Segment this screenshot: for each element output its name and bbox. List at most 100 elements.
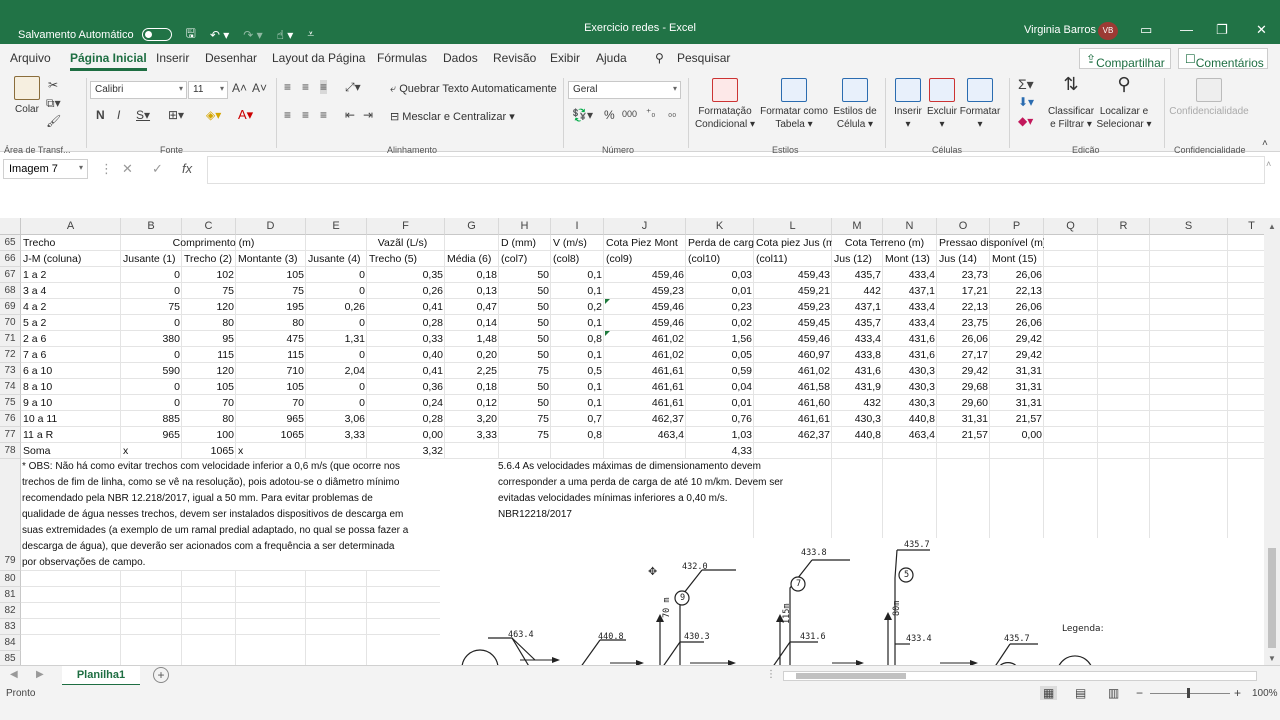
currency-icon[interactable]: 💱▾ xyxy=(572,108,593,122)
cell-n66[interactable]: Mont (13) xyxy=(883,251,937,267)
cell-d71[interactable]: 475 xyxy=(236,331,306,347)
cell-n70[interactable]: 433,4 xyxy=(883,315,937,331)
cell-b76[interactable]: 885 xyxy=(121,411,182,427)
zoom-level[interactable]: 100% xyxy=(1252,688,1278,699)
thousands-icon[interactable]: 000 xyxy=(622,109,637,119)
cell-o66[interactable]: Jus (14) xyxy=(937,251,990,267)
cell-op65[interactable]: Pressao disponível (m) xyxy=(937,235,1044,251)
cell-o67[interactable]: 23,73 xyxy=(937,267,990,283)
row-header-70[interactable]: 70 xyxy=(0,315,21,331)
avatar[interactable]: VB xyxy=(1098,22,1118,40)
column-header-r[interactable]: R xyxy=(1098,218,1150,235)
cell-g67[interactable]: 0,18 xyxy=(445,267,499,283)
decrease-indent-icon[interactable]: ⇤ xyxy=(345,108,355,122)
cell-i76[interactable]: 0,7 xyxy=(551,411,604,427)
cell-b73[interactable]: 590 xyxy=(121,363,182,379)
cell-o77[interactable]: 21,57 xyxy=(937,427,990,443)
cell-m67[interactable]: 435,7 xyxy=(832,267,883,283)
tab-formulas[interactable]: Fórmulas xyxy=(377,51,427,65)
column-header-e[interactable]: E xyxy=(306,218,367,235)
cell-g66[interactable]: Média (6) xyxy=(445,251,499,267)
border-icon[interactable]: ⊞▾ xyxy=(168,108,184,122)
row-header-82[interactable]: 82 xyxy=(0,603,21,619)
cell-h74[interactable]: 50 xyxy=(499,379,551,395)
cell-g69[interactable]: 0,47 xyxy=(445,299,499,315)
clear-icon[interactable]: ◆▾ xyxy=(1018,114,1033,128)
cell-n74[interactable]: 430,3 xyxy=(883,379,937,395)
cell-h69[interactable]: 50 xyxy=(499,299,551,315)
page-layout-view-icon[interactable]: ▤ xyxy=(1075,686,1086,700)
align-right-icon[interactable]: ≡ xyxy=(320,108,327,122)
tab-revisao[interactable]: Revisão xyxy=(493,51,536,65)
cell-f73[interactable]: 0,41 xyxy=(367,363,445,379)
cell-m74[interactable]: 431,9 xyxy=(832,379,883,395)
network-diagram-image[interactable]: 463.4 440.8 432.0 430.3 433.8 431.6 435.… xyxy=(440,538,1264,665)
format-painter-icon[interactable]: 🖌 xyxy=(46,114,61,128)
cell-h66[interactable]: (col7) xyxy=(499,251,551,267)
cell-c66[interactable]: Trecho (2) xyxy=(182,251,236,267)
search-box[interactable]: Pesquisar xyxy=(677,51,730,65)
share-button[interactable]: ⇪ Compartilhar xyxy=(1079,48,1171,70)
cell-j65[interactable]: Cota Piez Mont xyxy=(604,235,686,251)
cell-j68[interactable]: 459,23 xyxy=(604,283,686,299)
cell-p70[interactable]: 26,06 xyxy=(990,315,1044,331)
cell-g73[interactable]: 2,25 xyxy=(445,363,499,379)
cell-j73[interactable]: 461,61 xyxy=(604,363,686,379)
cell-l70[interactable]: 459,45 xyxy=(754,315,832,331)
add-sheet-icon[interactable]: + xyxy=(153,667,169,683)
cell-m68[interactable]: 442 xyxy=(832,283,883,299)
cell-i68[interactable]: 0,1 xyxy=(551,283,604,299)
row-header-81[interactable]: 81 xyxy=(0,587,21,603)
cell-h77[interactable]: 75 xyxy=(499,427,551,443)
cell-a75[interactable]: 9 a 10 xyxy=(21,395,121,411)
format-cells-button[interactable]: Formatar ▾ xyxy=(958,78,1002,131)
cell-j70[interactable]: 459,46 xyxy=(604,315,686,331)
cell-f78[interactable]: 3,32 xyxy=(367,443,445,459)
cell-h67[interactable]: 50 xyxy=(499,267,551,283)
align-left-icon[interactable]: ≡ xyxy=(284,108,291,122)
underline-icon[interactable]: S▾ xyxy=(136,108,150,122)
cell-mn65[interactable]: Cota Terreno (m) xyxy=(832,235,937,251)
cell-i70[interactable]: 0,1 xyxy=(551,315,604,331)
column-header-s[interactable]: S xyxy=(1150,218,1228,235)
cell-l77[interactable]: 462,37 xyxy=(754,427,832,443)
cell-f76[interactable]: 0,28 xyxy=(367,411,445,427)
cell-styles-button[interactable]: Estilos de Célula ▾ xyxy=(830,78,880,131)
align-middle-icon[interactable]: ≡ xyxy=(302,80,309,94)
cell-p69[interactable]: 26,06 xyxy=(990,299,1044,315)
cell-l67[interactable]: 459,43 xyxy=(754,267,832,283)
cell-j72[interactable]: 461,02 xyxy=(604,347,686,363)
horizontal-scroll-thumb[interactable] xyxy=(796,673,906,679)
cell-f69[interactable]: 0,41 xyxy=(367,299,445,315)
cell-c73[interactable]: 120 xyxy=(182,363,236,379)
tab-split-icon[interactable]: ⋮ xyxy=(766,669,776,680)
cell-p76[interactable]: 21,57 xyxy=(990,411,1044,427)
row-header-73[interactable]: 73 xyxy=(0,363,21,379)
cell-n71[interactable]: 431,6 xyxy=(883,331,937,347)
orientation-icon[interactable]: ⤢▾ xyxy=(345,80,361,95)
cell-a69[interactable]: 4 a 2 xyxy=(21,299,121,315)
sensitivity-button[interactable]: Confidencialidade xyxy=(1166,78,1252,118)
conditional-format-button[interactable]: Formatação Condicional ▾ xyxy=(692,78,758,131)
cell-o75[interactable]: 29,60 xyxy=(937,395,990,411)
cell-f67[interactable]: 0,35 xyxy=(367,267,445,283)
column-header-t[interactable]: T xyxy=(1228,218,1264,235)
cell-j66[interactable]: (col9) xyxy=(604,251,686,267)
cell-k77[interactable]: 1,03 xyxy=(686,427,754,443)
cell-m69[interactable]: 437,1 xyxy=(832,299,883,315)
name-box[interactable]: Imagem 7 xyxy=(3,159,88,179)
cell-l71[interactable]: 459,46 xyxy=(754,331,832,347)
tab-desenhar[interactable]: Desenhar xyxy=(205,51,257,65)
select-all-corner[interactable] xyxy=(0,218,21,235)
tab-arquivo[interactable]: Arquivo xyxy=(10,51,51,65)
cell-eg65[interactable]: Vazãl (L/s) xyxy=(306,235,499,251)
prev-sheet-icon[interactable]: ◀ xyxy=(10,669,18,680)
column-header-g[interactable]: G xyxy=(445,218,499,235)
column-header-f[interactable]: F xyxy=(367,218,445,235)
cell-g76[interactable]: 3,20 xyxy=(445,411,499,427)
vertical-scroll-thumb[interactable] xyxy=(1268,548,1276,648)
cell-c70[interactable]: 80 xyxy=(182,315,236,331)
column-header-p[interactable]: P xyxy=(990,218,1044,235)
collapse-ribbon-icon[interactable]: ˄ xyxy=(1262,138,1268,149)
cell-k73[interactable]: 0,59 xyxy=(686,363,754,379)
